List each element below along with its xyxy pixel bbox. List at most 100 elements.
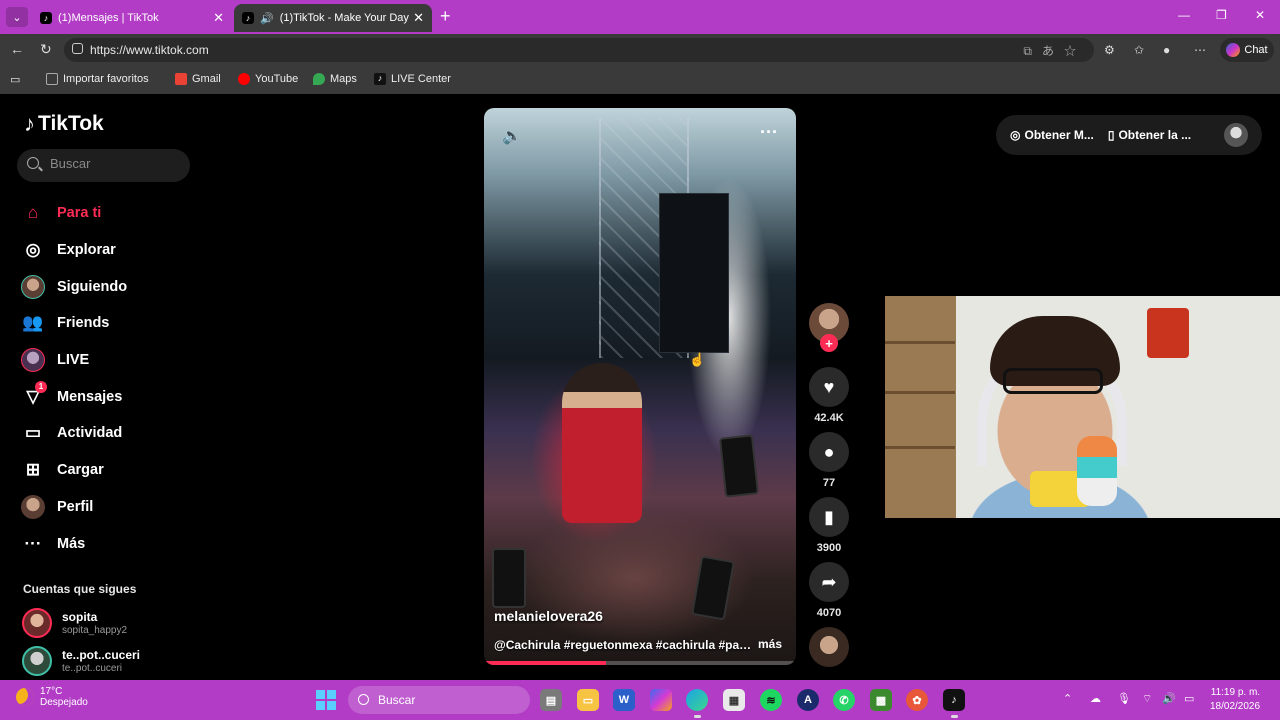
open-in-app-icon[interactable]: ⧉ [1023, 44, 1042, 58]
chat-label: Chat [1244, 44, 1268, 56]
sidebar-item-friends[interactable]: 👥 Friends [20, 305, 200, 342]
sidebar-item-para-ti[interactable]: ⌂ Para ti [20, 195, 200, 232]
sidebar-item-label: Mensajes [57, 388, 123, 405]
search-input[interactable] [50, 156, 180, 171]
system-clock[interactable]: 11:19 p. m. 18/02/2026 [1210, 686, 1260, 714]
bookmarks-bar: ▭ Importar favoritos Gmail YouTube Maps … [0, 66, 1280, 94]
get-coins-button[interactable]: ◎ Obtener M... [996, 128, 1094, 142]
comment-icon[interactable]: ● [809, 432, 849, 472]
file-explorer-icon[interactable]: ▭ [577, 689, 599, 711]
profile-avatar [20, 494, 46, 519]
phone-icon: ▯ [1107, 128, 1115, 142]
word-icon[interactable]: W [613, 689, 635, 711]
creator-avatar[interactable]: + [809, 303, 849, 352]
heart-icon[interactable]: ♥ [809, 367, 849, 407]
profile-icon[interactable]: ● [1163, 43, 1170, 57]
taskbar-search[interactable]: Buscar [348, 686, 530, 714]
close-tab-icon[interactable]: ✕ [413, 10, 424, 26]
sidebar-item-live[interactable]: LIVE [20, 342, 200, 379]
compass-icon: ◎ [25, 240, 41, 260]
tab-mensajes[interactable]: ♪ (1)Mensajes | TikTok ✕ [32, 4, 232, 32]
favorite-star-icon[interactable]: ☆ [1064, 44, 1086, 58]
new-tab-button[interactable]: + [440, 6, 451, 27]
network-app-icon[interactable]: ☁ [1090, 692, 1101, 705]
favorites-icon[interactable]: ✩ [1134, 43, 1144, 57]
video-progress-bar[interactable] [484, 661, 796, 665]
weather-widget[interactable]: 17°C Despejado [16, 686, 88, 708]
minecraft-icon[interactable]: ▩ [870, 689, 892, 711]
bookmark-live-center[interactable]: ♪ LIVE Center [374, 73, 451, 85]
close-tab-icon[interactable]: ✕ [213, 10, 224, 26]
maximize-button[interactable]: ❐ [1216, 8, 1227, 22]
windows-start-icon[interactable] [316, 690, 336, 710]
microphone-icon[interactable]: 🎙 [1117, 692, 1131, 705]
bookmark-maps[interactable]: Maps [313, 73, 357, 85]
reload-icon[interactable]: ↻ [40, 41, 52, 58]
video-player[interactable]: 🔈 ··· ☝ melanielovera26 @Cachirula #regu… [484, 108, 796, 665]
bookmark-icon[interactable]: ▮ [809, 497, 849, 537]
stage-speaker [659, 193, 729, 353]
get-app-button[interactable]: ▯ Obtener la ... [1094, 128, 1191, 142]
share-arrow-icon[interactable]: ➦ [809, 562, 849, 602]
url-field[interactable]: https://www.tiktok.com ⧉あ☆ [64, 38, 1094, 62]
wifi-icon[interactable]: ⌔ [1142, 692, 1152, 706]
gmail-icon [175, 73, 187, 85]
sidebar-item-mensajes[interactable]: ▽ 1 Mensajes [20, 378, 200, 415]
video-author[interactable]: melanielovera26 [494, 608, 603, 624]
home-icon: ⌂ [27, 203, 39, 223]
whatsapp-icon[interactable]: ✆ [833, 689, 855, 711]
task-view-icon[interactable]: ▤ [540, 689, 562, 711]
share-action[interactable]: ➦ 4070 [809, 562, 849, 619]
store-icon[interactable]: ▦ [723, 689, 745, 711]
show-hidden-icons-icon[interactable]: ⌃ [1063, 692, 1072, 705]
mouse-cursor-icon: ☝ [689, 352, 706, 367]
edge-browser-icon[interactable] [686, 689, 708, 718]
following-account[interactable]: te..pot..cuceri te..pot..cuceri [22, 646, 140, 676]
app-icon[interactable]: A [797, 689, 819, 711]
extensions-icon[interactable]: ⚙ [1104, 43, 1115, 57]
sidebar-item-siguiendo[interactable]: Siguiendo [20, 268, 200, 305]
sidebar-item-perfil[interactable]: Perfil [20, 489, 200, 526]
notification-badge: 1 [35, 380, 47, 393]
sidebar-item-actividad[interactable]: ▭ Actividad [20, 415, 200, 452]
close-window-button[interactable]: ✕ [1255, 8, 1265, 22]
copilot-chat-button[interactable]: Chat [1220, 38, 1274, 62]
speaker-icon[interactable]: 🔊 [260, 12, 274, 25]
volume-icon[interactable]: 🔊 [1162, 692, 1176, 705]
settings-more-icon[interactable]: ⋯ [1194, 43, 1206, 57]
bookmark-gmail[interactable]: Gmail [175, 73, 221, 85]
bookmark-import[interactable]: Importar favoritos [46, 73, 149, 85]
tab-actions-menu-button[interactable]: ⌄ [6, 7, 28, 27]
battery-icon[interactable]: ▭ [1184, 692, 1194, 705]
tiktok-logo[interactable]: ♪ TikTok [24, 111, 104, 137]
minimize-button[interactable]: — [1178, 8, 1190, 22]
windows-taskbar: 17°C Despejado Buscar ▤ ▭ W ▦ ≋ A ✆ ▩ ✿ … [0, 680, 1280, 720]
caption-more-link[interactable]: más [758, 637, 782, 651]
sidebar-item-mas[interactable]: ··· Más [20, 525, 200, 562]
sidebar-item-cargar[interactable]: ⊞ Cargar [20, 452, 200, 489]
sidebar-nav: ⌂ Para ti ◎ Explorar Siguiendo 👥 Friends… [20, 195, 200, 562]
copilot-app-icon[interactable] [650, 689, 672, 711]
save-action[interactable]: ▮ 3900 [809, 497, 849, 554]
following-account[interactable]: sopita sopita_happy2 [22, 608, 127, 638]
video-more-options-icon[interactable]: ··· [760, 122, 778, 143]
sidebar-item-explorar[interactable]: ◎ Explorar [20, 232, 200, 269]
comment-action[interactable]: ● 77 [809, 432, 849, 489]
user-avatar[interactable] [1224, 123, 1248, 147]
video-actions: + ♥ 42.4K ● 77 ▮ 3900 ➦ 4070 [809, 303, 849, 619]
activity-icon: ▭ [24, 423, 42, 443]
bookmark-youtube[interactable]: YouTube [238, 73, 298, 85]
music-disc-avatar[interactable] [809, 627, 849, 667]
follow-plus-icon[interactable]: + [820, 334, 838, 352]
tiktok-app-icon[interactable]: ♪ [943, 689, 965, 718]
spotify-icon[interactable]: ≋ [760, 689, 782, 711]
bookmark-label: LIVE Center [391, 73, 451, 85]
translate-icon[interactable]: あ [1042, 44, 1064, 58]
app-icon[interactable]: ✿ [906, 689, 928, 711]
sidebar-toggle-icon[interactable]: ▭ [10, 73, 20, 86]
tab-tiktok-home[interactable]: ♪ 🔊 (1)TikTok - Make Your Day ✕ [234, 4, 432, 32]
back-arrow-icon[interactable]: ← [10, 41, 24, 57]
like-action[interactable]: ♥ 42.4K [809, 367, 849, 424]
volume-icon[interactable]: 🔈 [502, 126, 522, 146]
site-info-icon[interactable] [72, 43, 83, 54]
